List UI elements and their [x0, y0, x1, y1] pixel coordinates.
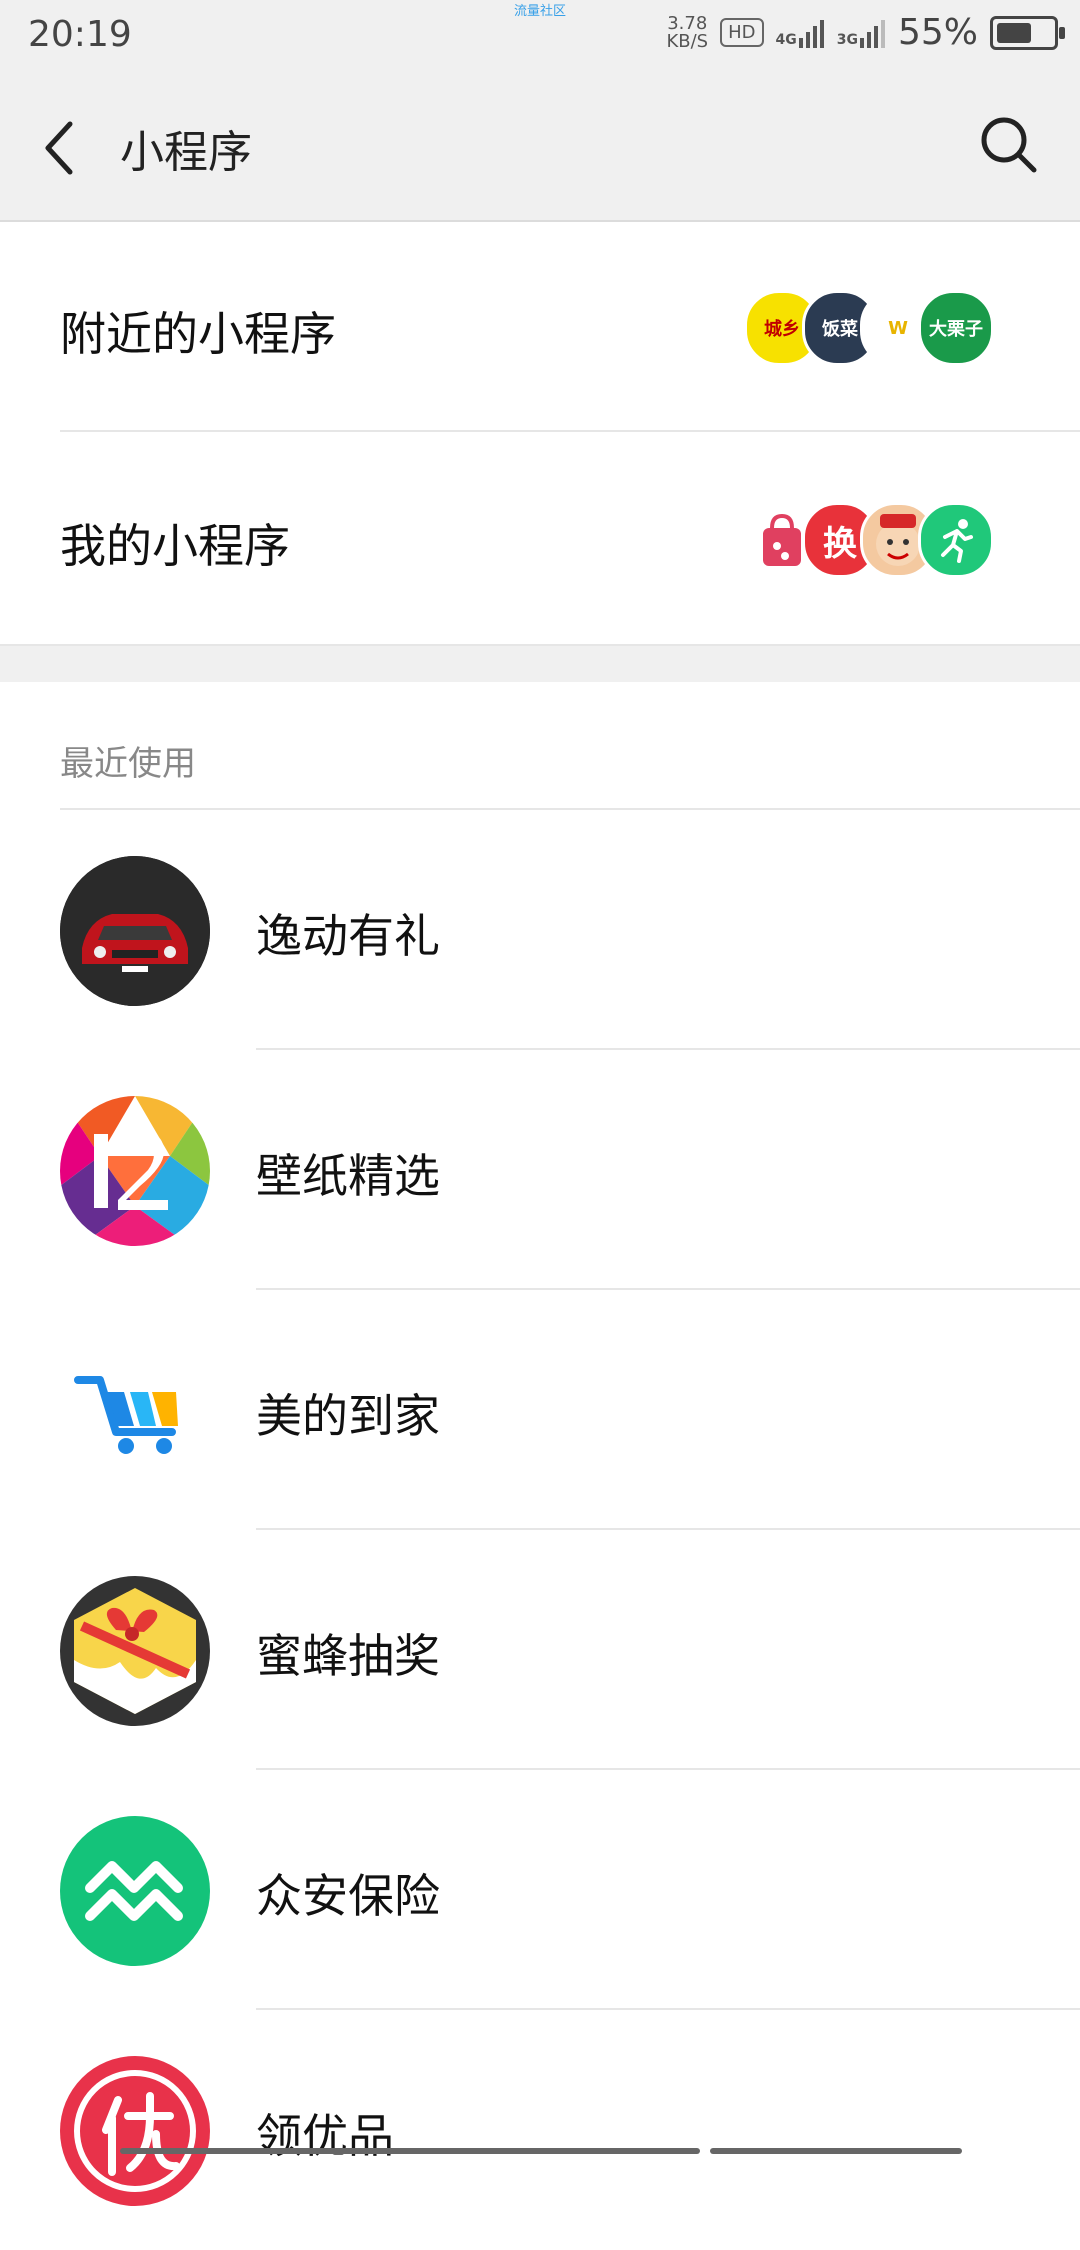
my-logo-cluster: 换: [744, 502, 994, 578]
net-type-4g: 4G: [775, 31, 797, 48]
back-arrow-icon[interactable]: [40, 118, 80, 178]
speed-value: 3.78: [667, 12, 708, 34]
my-mini-programs-row[interactable]: 我的小程序 换: [0, 434, 1080, 644]
car-icon: [60, 856, 210, 1006]
nearby-label: 附近的小程序: [60, 307, 336, 361]
nearby-logo-3-text: W: [888, 317, 908, 339]
net-type-3g: 3G: [836, 31, 858, 48]
my-logo-exchange-text: 换: [823, 523, 857, 564]
list-item[interactable]: 众安保险: [0, 1770, 1080, 2010]
list-item-label: 壁纸精选: [256, 1149, 440, 1203]
list-item-label: 蜜蜂抽奖: [256, 1629, 440, 1683]
page-title: 小程序: [120, 127, 252, 178]
list-item[interactable]: 逸动有礼: [0, 810, 1080, 1050]
list-item-label: 领优品: [256, 2109, 394, 2163]
nav-gesture-bar: [120, 2148, 700, 2154]
search-icon[interactable]: [976, 112, 1040, 176]
signal-3g-icon: 3G: [837, 18, 886, 48]
section-gap: [0, 644, 1080, 682]
network-speed: 3.78 KB/S: [666, 12, 709, 52]
speed-unit: KB/S: [666, 30, 709, 52]
list-item[interactable]: 蜜蜂抽奖: [0, 1530, 1080, 1770]
wallpaper-12-icon: [60, 1096, 210, 1246]
status-carrier-label: 流量社区: [514, 4, 567, 19]
you-badge-icon: [60, 2056, 210, 2206]
list-item-label: 众安保险: [256, 1869, 440, 1923]
my-mini-programs-label: 我的小程序: [60, 519, 290, 573]
divider: [60, 430, 1080, 432]
list-item-label: 逸动有礼: [256, 909, 440, 963]
app-bar: 小程序: [0, 72, 1080, 222]
nearby-mini-programs-row[interactable]: 附近的小程序 城乡 饭菜 W 大栗子: [0, 222, 1080, 432]
nearby-logo-cluster: 城乡 饭菜 W 大栗子: [744, 290, 994, 366]
list-item[interactable]: 壁纸精选: [0, 1050, 1080, 1290]
status-indicators: 3.78 KB/S HD 4G 3G 55%: [666, 12, 1065, 53]
nearby-logo-4: 大栗子: [918, 290, 994, 366]
shopping-cart-icon: [60, 1336, 210, 1486]
list-item-label: 美的到家: [256, 1389, 440, 1443]
hd-badge: HD: [720, 18, 764, 47]
recent-header: 最近使用: [60, 744, 196, 784]
nearby-logo-1-text: 城乡: [764, 319, 800, 340]
nearby-logo-4-text: 大栗子: [929, 319, 983, 340]
battery-percent: 55%: [897, 12, 978, 53]
gift-box-icon: [60, 1576, 210, 1726]
signal-4g-icon: 4G: [776, 18, 825, 48]
list-item[interactable]: 美的到家: [0, 1290, 1080, 1530]
nearby-logo-2-text: 饭菜: [822, 319, 858, 340]
status-bar: 20:19 流量社区 3.78 KB/S HD 4G 3G 55%: [0, 0, 1080, 72]
zhongan-wave-icon: [60, 1816, 210, 1966]
list-item[interactable]: 领优品: [0, 2010, 1080, 2250]
my-logo-runner-icon: [918, 502, 994, 578]
nav-gesture-bar: [710, 2148, 962, 2154]
status-time: 20:19: [28, 14, 132, 55]
battery-level: [997, 22, 1032, 43]
battery-icon: [990, 15, 1065, 50]
